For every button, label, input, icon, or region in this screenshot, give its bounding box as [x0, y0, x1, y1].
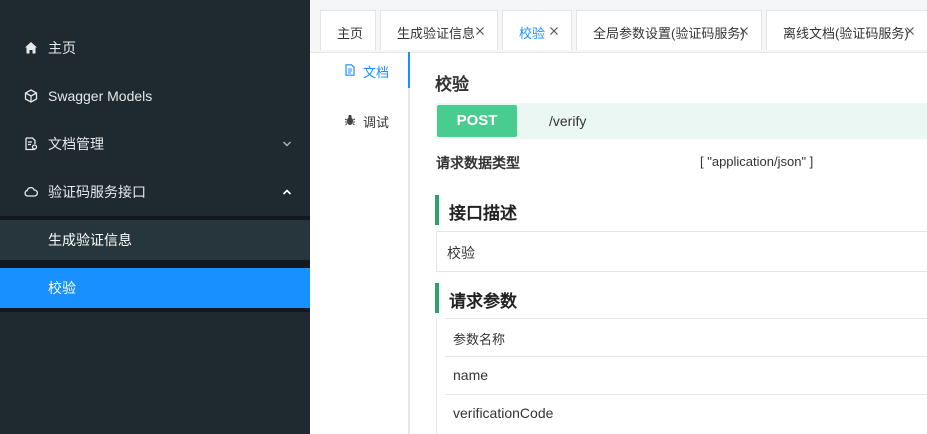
- request-type-value: [ "application/json" ]: [700, 154, 814, 169]
- cube-icon: [24, 89, 38, 103]
- section-title: 请求参数: [449, 292, 517, 311]
- table-header: 参数名称: [445, 318, 927, 356]
- description-text: 校验: [447, 245, 475, 261]
- tab-offline-docs[interactable]: 离线文档(验证码服务): [766, 10, 927, 50]
- section-params: 请求参数: [435, 283, 927, 313]
- sidebar: 主页 Swagger Models 文档管理 验证码服务接口 生成验证信息 校验: [0, 0, 310, 434]
- tab-label: 生成验证信息: [397, 26, 476, 41]
- tab-verify[interactable]: 校验: [502, 10, 572, 50]
- document-icon: [345, 64, 355, 76]
- tab-label: 文档: [363, 65, 390, 80]
- close-icon[interactable]: [475, 26, 485, 36]
- cloud-icon: [24, 187, 38, 197]
- home-icon: [25, 42, 37, 54]
- close-icon[interactable]: [549, 26, 559, 36]
- section-title: 接口描述: [449, 204, 517, 223]
- active-tab-indicator: [408, 52, 410, 88]
- description-box: 校验: [436, 231, 927, 272]
- sidebar-subitem-verify[interactable]: 校验: [0, 268, 310, 308]
- sidebar-item-label: 文档管理: [48, 136, 104, 152]
- tab-label: 全局参数设置(验证码服务): [593, 26, 745, 41]
- tab-debug[interactable]: 调试: [310, 102, 410, 138]
- chevron-up-icon: [282, 189, 292, 195]
- tab-document[interactable]: 文档: [310, 52, 410, 88]
- endpoint-bar: POST /verify: [436, 103, 927, 139]
- sidebar-item-captcha-service[interactable]: 验证码服务接口: [0, 168, 310, 216]
- sidebar-item-home[interactable]: 主页: [0, 24, 310, 72]
- endpoint-path: /verify: [549, 113, 587, 129]
- sidebar-item-label: Swagger Models: [48, 88, 153, 104]
- request-type-label: 请求数据类型: [436, 155, 520, 171]
- chevron-down-icon: [282, 141, 292, 147]
- sidebar-item-label: 验证码服务接口: [48, 184, 146, 200]
- method-badge: POST: [437, 105, 517, 137]
- doc-tabs: 文档 调试: [310, 52, 410, 434]
- tab-label: 主页: [337, 26, 364, 41]
- close-icon[interactable]: [739, 26, 749, 36]
- table-row: verificationCode: [445, 394, 927, 432]
- page-title: 校验: [435, 75, 469, 94]
- tab-label: 调试: [363, 115, 390, 130]
- sidebar-item-label: 主页: [48, 40, 76, 56]
- tab-global-params[interactable]: 全局参数设置(验证码服务): [576, 10, 762, 50]
- sidebar-subitem-label: 生成验证信息: [48, 232, 132, 248]
- sidebar-subitem-label: 校验: [48, 280, 76, 296]
- param-name: verificationCode: [453, 405, 554, 421]
- sidebar-item-doc-management[interactable]: 文档管理: [0, 120, 310, 168]
- tab-home[interactable]: 主页: [320, 10, 376, 50]
- sidebar-item-swagger-models[interactable]: Swagger Models: [0, 72, 310, 120]
- param-name: name: [453, 367, 489, 383]
- params-table: 参数名称 name verificationCode: [436, 318, 927, 434]
- tab-label: 离线文档(验证码服务): [783, 26, 909, 41]
- table-row: name: [445, 356, 927, 394]
- tab-label: 校验: [519, 26, 546, 41]
- sidebar-subitem-generate[interactable]: 生成验证信息: [0, 220, 310, 260]
- tab-bar: 主页 生成验证信息 校验 全局参数设置(验证码服务) 离线文档(验证码服务): [310, 0, 927, 53]
- section-description: 接口描述: [435, 195, 927, 225]
- tab-generate[interactable]: 生成验证信息: [380, 10, 498, 50]
- column-header: 参数名称: [453, 332, 506, 347]
- document-settings-icon: [25, 137, 38, 151]
- bug-icon: [344, 114, 356, 126]
- close-icon[interactable]: [905, 26, 915, 36]
